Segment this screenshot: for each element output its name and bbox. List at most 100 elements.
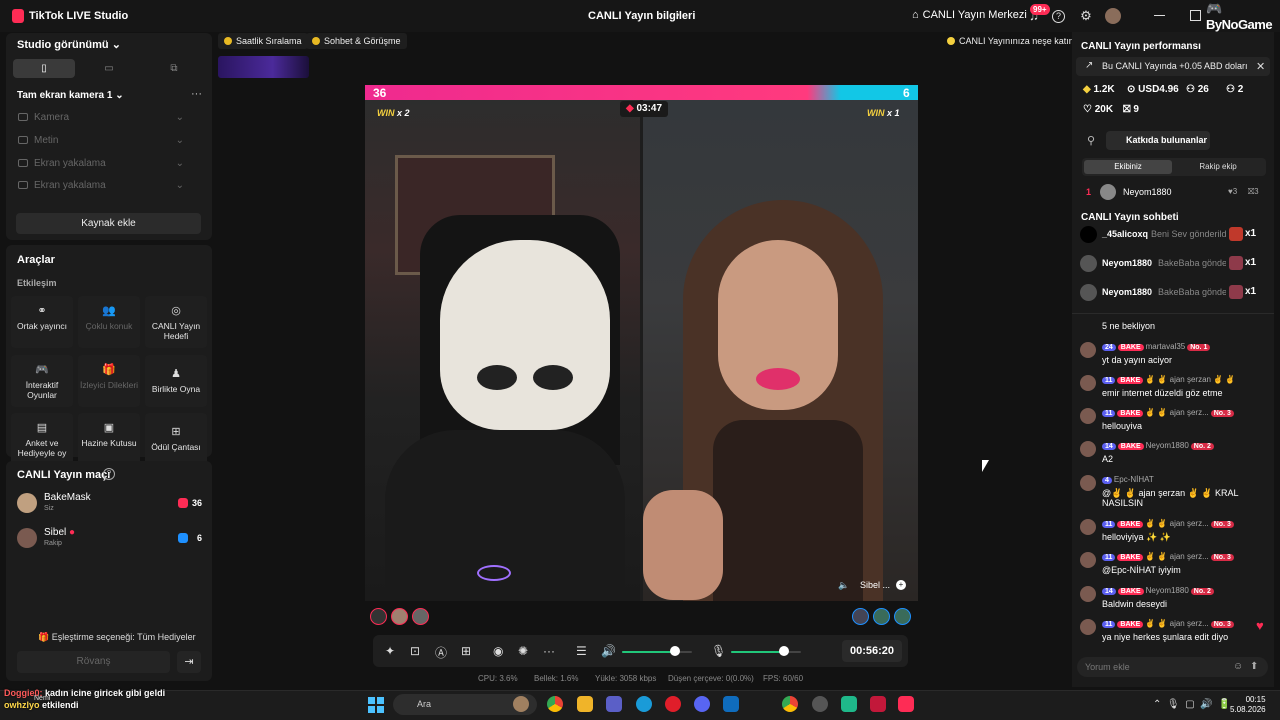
chat-username[interactable]: Epc-NİHAT	[1114, 475, 1154, 484]
gift-event: Neyom1880 BakeBaba gönde x1	[1080, 282, 1260, 304]
media-player-icon[interactable]	[870, 696, 886, 712]
source-item[interactable]: Kamera ⌄	[18, 110, 184, 124]
top-gifter-avatar[interactable]	[852, 608, 869, 625]
discord-icon[interactable]	[694, 696, 710, 712]
landscape-view-tab[interactable]: ▭	[78, 59, 140, 78]
capture-icon[interactable]: ⊞	[461, 644, 471, 658]
rematch-button[interactable]: Rövanş	[17, 651, 170, 673]
chat-username[interactable]: Neyom1880	[1146, 441, 1189, 450]
bag-icon: ⊞	[171, 426, 181, 438]
tool-cohost[interactable]: ⚭ Ortak yayıncı	[11, 296, 73, 348]
top-gifter-avatar[interactable]	[894, 608, 911, 625]
add-user-icon: ⚇	[1226, 84, 1235, 95]
tool-reward-bag[interactable]: ⊞ Ödül Çantası	[145, 413, 207, 465]
minimize-button[interactable]	[1154, 15, 1165, 16]
tool-live-goal[interactable]: ◎ CANLI Yayın Hedefi	[145, 296, 207, 348]
follow-plus-icon[interactable]: +	[896, 580, 906, 590]
chat-username[interactable]: martaval35	[1146, 342, 1186, 351]
tool-viewer-wishes[interactable]: 🎁 İzleyici Dilekleri	[78, 355, 140, 407]
music-banner[interactable]	[218, 56, 309, 78]
top-gifter-avatar[interactable]	[412, 608, 429, 625]
ai-icon[interactable]: Ⓐ	[435, 644, 447, 661]
top-gifter-avatar[interactable]	[370, 608, 387, 625]
multi-view-tab[interactable]: ⧉	[143, 59, 205, 78]
tab-our-team[interactable]: Ekibiniz	[1084, 160, 1172, 174]
pairing-option: 🎁 Eşleştirme seçeneği: Tüm Hediyeler	[38, 632, 196, 642]
emoji-icon[interactable]: ☺	[1233, 661, 1243, 672]
obs-icon[interactable]	[812, 696, 828, 712]
source-item[interactable]: Ekran yakalama ⌄	[18, 178, 184, 192]
opera-icon[interactable]	[665, 696, 681, 712]
studio-view-dropdown[interactable]: Studio görünümü ⌄	[17, 38, 121, 51]
chat-message-text: @✌ ✌ ajan şerzan ✌ ✌ KRAL NASILSIN	[1102, 488, 1239, 508]
teams-icon[interactable]	[606, 696, 622, 712]
portrait-view-tab[interactable]: ▯	[13, 59, 75, 78]
tab-rival-team[interactable]: Rakip ekip	[1174, 160, 1262, 174]
whatsapp-icon[interactable]	[841, 696, 857, 712]
mic-slider-knob[interactable]	[779, 646, 789, 656]
battle-score-right: 6	[903, 86, 910, 100]
tool-poll[interactable]: ▤ Anket ve Hediyeyle oy	[11, 413, 73, 465]
clip-icon[interactable]: ✺	[518, 644, 528, 658]
mixer-icon[interactable]: ☰	[576, 644, 587, 658]
user-settings-icon[interactable]: ⚲	[1087, 134, 1095, 147]
chat-call-chip[interactable]: Sohbet & Görüşme	[306, 33, 407, 49]
gift-text: BakeBaba gönde	[1158, 287, 1226, 297]
settings-gear-icon[interactable]: ⚙	[1078, 8, 1094, 24]
volume-slider-knob[interactable]	[670, 646, 680, 656]
tool-play-together[interactable]: ♟ Birlikte Oyna	[145, 355, 207, 407]
screen-effect-icon[interactable]: ⊡	[410, 644, 420, 658]
microphone-icon[interactable]: 🎙	[711, 644, 726, 658]
chat-username[interactable]: ✌ ✌ ajan şerz...	[1145, 408, 1209, 417]
more-options-icon[interactable]: ···	[543, 644, 555, 658]
chat-username[interactable]: Neyom1880	[1146, 586, 1189, 595]
source-group-dropdown[interactable]: Tam ekran kamera 1 ⌄	[17, 90, 124, 101]
windows-start-icon[interactable]	[368, 697, 384, 713]
gift-icon: ⛝	[1123, 104, 1131, 115]
edge-icon[interactable]	[636, 696, 652, 712]
match-score: 36	[191, 498, 202, 508]
file-explorer-icon[interactable]	[577, 696, 593, 712]
help-icon[interactable]: ?	[103, 468, 115, 480]
hourly-ranking-chip[interactable]: Saatlik Sıralama	[218, 33, 308, 49]
send-icon[interactable]: ⬆	[1250, 661, 1258, 672]
gift-sender: Neyom1880	[1102, 287, 1153, 297]
level-badge: 14	[1102, 443, 1116, 450]
contributor-row[interactable]: 1 Neyom1880 ♥3 ⛝3	[1082, 183, 1266, 201]
exit-match-button[interactable]: ⇥	[177, 651, 201, 673]
add-source-button[interactable]: Kaynak ekle	[16, 213, 201, 234]
contributors-button[interactable]: Katkıda bulunanlar	[1106, 131, 1210, 150]
maximize-button[interactable]	[1190, 10, 1201, 21]
source-item[interactable]: Metin ⌄	[18, 133, 184, 147]
screen-capture-icon	[18, 159, 28, 167]
magic-wand-icon[interactable]: ✦	[385, 644, 395, 658]
mail-icon[interactable]	[723, 696, 739, 712]
top-gifter-avatar[interactable]	[391, 608, 408, 625]
avatar	[1080, 408, 1096, 424]
record-icon[interactable]: ◉	[493, 644, 503, 658]
chevron-right-icon[interactable]: ›	[676, 9, 680, 21]
chat-username[interactable]: ✌ ✌ ajan şerzan ✌ ✌	[1145, 375, 1235, 384]
system-tray[interactable]: ⌃ 🎙 ▢ 🔊 🔋	[1153, 699, 1231, 710]
speaker-icon[interactable]: 🔈	[838, 580, 849, 591]
close-icon[interactable]: ✕	[1256, 60, 1265, 73]
gift-count: x1	[1245, 228, 1257, 239]
chat-username[interactable]: ✌ ✌ ajan şerz...	[1145, 519, 1209, 528]
help-icon[interactable]: ?	[1052, 10, 1065, 23]
source-item[interactable]: Ekran yakalama ⌄	[18, 156, 184, 170]
top-gifter-avatar[interactable]	[873, 608, 890, 625]
taskbar-clock[interactable]: 00:15 5.08.2026	[1230, 695, 1266, 715]
avatar[interactable]	[1105, 8, 1121, 24]
speaker-icon[interactable]: 🔊	[601, 644, 616, 658]
chrome-icon[interactable]	[782, 696, 798, 712]
tool-multi-guest[interactable]: 👥 Çoklu konuk	[78, 296, 140, 348]
chrome-icon[interactable]	[547, 696, 563, 712]
more-options-icon[interactable]: ···	[191, 88, 202, 100]
tiktok-live-studio-icon[interactable]	[898, 696, 914, 712]
chat-username[interactable]: ✌ ✌ ajan şerz...	[1145, 619, 1209, 628]
live-center-link[interactable]: ⌂ CANLI Yayın Merkezi	[912, 9, 1027, 21]
tool-treasure-box[interactable]: ▣ Hazine Kutusu	[78, 413, 140, 465]
cheer-up-chip[interactable]: CANLI Yayınınıza neşe katın	[941, 33, 1080, 49]
chat-username[interactable]: ✌ ✌ ajan şerz...	[1145, 552, 1209, 561]
tool-interactive-games[interactable]: 🎮 İnteraktif Oyunlar	[11, 355, 73, 407]
